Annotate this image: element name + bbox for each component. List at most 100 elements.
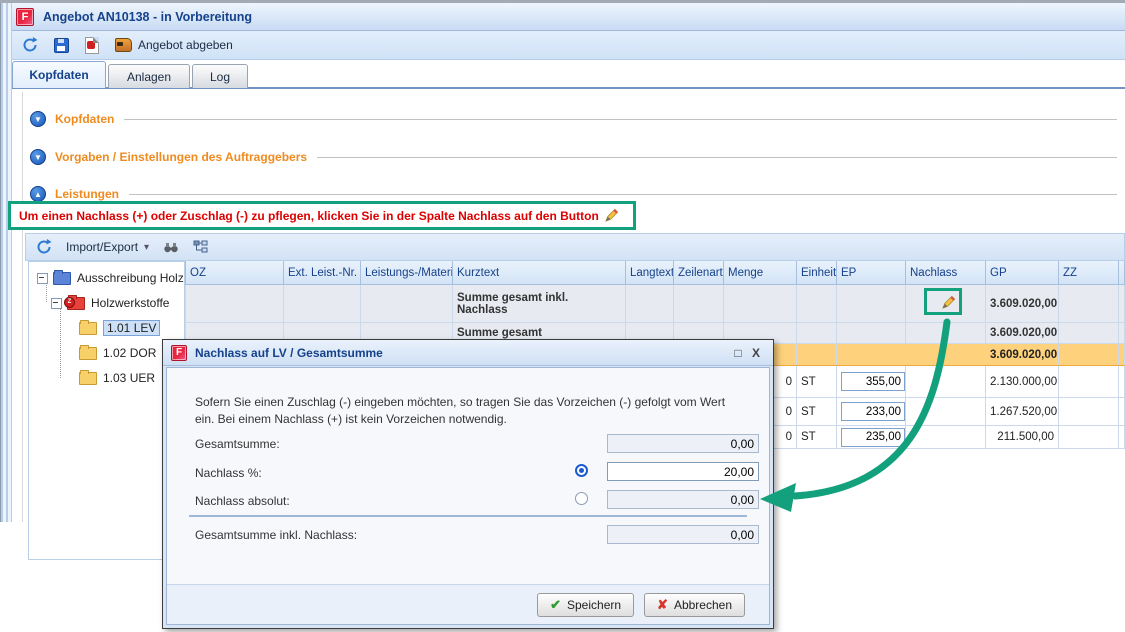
app-window: F Angebot AN10138 - in Vorbereitung Ange…	[0, 0, 1125, 632]
einheit-cell: ST	[797, 398, 837, 426]
gp-cell: 3.609.020,00	[986, 323, 1059, 344]
nachlass-absolut-input	[607, 490, 759, 509]
cell	[626, 285, 674, 323]
nachlass-absolut-radio[interactable]	[575, 492, 588, 505]
dialog-divider	[189, 515, 747, 517]
tree-item-holzwerkstoffe[interactable]: Z Holzwerkstoffe	[51, 293, 169, 313]
tree-item-102-dor[interactable]: 1.02 DOR	[79, 343, 156, 363]
section-vorgaben[interactable]: ▼ Vorgaben / Einstellungen des Auftragge…	[30, 148, 1117, 166]
col-einheit[interactable]: Einheit	[797, 261, 837, 285]
tree-item-label: 1.03 UER	[103, 371, 155, 385]
arrow-glyph: ▼	[34, 153, 42, 162]
cell	[1059, 344, 1119, 366]
table-header-row: OZ Ext. Leist.-Nr. Leistungs-/Materia Ku…	[186, 261, 1125, 285]
pencil-icon	[941, 295, 956, 310]
cell	[284, 285, 361, 323]
pencil-icon	[604, 208, 619, 223]
cell	[1059, 285, 1119, 323]
cell	[1119, 344, 1125, 366]
ep-input[interactable]	[841, 372, 905, 391]
cell	[1119, 398, 1125, 426]
cell	[797, 344, 837, 366]
gp-cell: 211.500,00	[986, 426, 1059, 449]
dialog-info-text: Sofern Sie einen Zuschlag (-) eingeben m…	[195, 394, 747, 428]
maximize-icon[interactable]: □	[729, 346, 747, 360]
col-gp[interactable]: GP	[986, 261, 1059, 285]
refresh-icon[interactable]	[36, 239, 52, 255]
cell	[1059, 398, 1119, 426]
search-binoculars-icon[interactable]	[163, 239, 179, 255]
title-bar: F Angebot AN10138 - in Vorbereitung	[0, 3, 1125, 31]
pdf-export-icon[interactable]	[85, 37, 99, 54]
cell	[837, 285, 906, 323]
folder-icon	[53, 272, 71, 285]
col-ep[interactable]: EP	[837, 261, 906, 285]
import-export-label: Import/Export	[66, 240, 138, 254]
tree-item-101-lev[interactable]: 1.01 LEV	[79, 318, 160, 338]
folder-icon	[79, 322, 97, 335]
nachlass-prozent-radio[interactable]	[575, 464, 588, 477]
tab-anlagen[interactable]: Anlagen	[108, 64, 190, 88]
main-toolbar: Angebot abgeben	[0, 31, 1125, 60]
folder-icon	[79, 372, 97, 385]
window-left-edge	[0, 3, 12, 522]
collapse-minus-icon[interactable]	[37, 273, 48, 284]
col-zz[interactable]: ZZ	[1059, 261, 1119, 285]
save-icon[interactable]	[54, 38, 69, 53]
dialog-title-bar[interactable]: F Nachlass auf LV / Gesamtsumme □ X	[163, 340, 773, 366]
ep-input[interactable]	[841, 402, 905, 421]
cell	[1119, 323, 1125, 344]
col-menge[interactable]: Menge	[724, 261, 797, 285]
gp-cell: 2.130.000,00	[986, 366, 1059, 398]
dialog-footer: ✔ Speichern ✘ Abbrechen	[167, 584, 769, 624]
gp-cell: 3.609.020,00	[986, 285, 1059, 323]
ep-cell	[837, 366, 906, 398]
tab-log[interactable]: Log	[192, 64, 248, 88]
collapse-minus-icon[interactable]	[51, 298, 62, 309]
col-oz[interactable]: OZ	[186, 261, 284, 285]
table-row-summe-inkl-nachlass[interactable]: Summe gesamt inkl. Nachlass 3.609.020,00	[186, 285, 1125, 323]
refresh-icon[interactable]	[22, 37, 38, 53]
section-kopfdaten[interactable]: ▼ Kopfdaten	[30, 110, 1117, 128]
gesamtsumme-inkl-label: Gesamtsumme inkl. Nachlass:	[195, 528, 357, 542]
ep-cell	[837, 398, 906, 426]
col-kurztext[interactable]: Kurztext	[453, 261, 626, 285]
ep-cell	[837, 426, 906, 449]
collapse-down-icon[interactable]: ▼	[30, 111, 46, 127]
col-leistungs-material[interactable]: Leistungs-/Materia	[361, 261, 453, 285]
col-extra	[1119, 261, 1125, 285]
close-icon[interactable]: X	[747, 346, 765, 360]
cell	[1059, 366, 1119, 398]
tab-kopfdaten[interactable]: Kopfdaten	[12, 61, 106, 88]
cell	[906, 323, 986, 344]
tree-structure-icon[interactable]	[193, 239, 209, 255]
col-langtext[interactable]: Langtext	[626, 261, 674, 285]
grid-toolbar: Import/Export ▾	[25, 233, 1125, 261]
nachlass-dialog: F Nachlass auf LV / Gesamtsumme □ X Sofe…	[162, 339, 774, 629]
cancel-button[interactable]: ✘ Abbrechen	[644, 593, 745, 617]
import-export-menu[interactable]: Import/Export ▾	[66, 240, 149, 254]
cell	[1059, 426, 1119, 449]
tree-item-103-uer[interactable]: 1.03 UER	[79, 368, 155, 388]
collapse-up-icon[interactable]: ▲	[30, 186, 46, 202]
arrow-glyph: ▼	[34, 115, 42, 124]
nachlass-hint-annotation: Um einen Nachlass (+) oder Zuschlag (-) …	[8, 201, 636, 230]
tree-connector	[60, 306, 61, 378]
col-zeilenart[interactable]: Zeilenart	[674, 261, 724, 285]
section-kopfdaten-label: Kopfdaten	[55, 112, 114, 126]
col-nachlass[interactable]: Nachlass	[906, 261, 986, 285]
collapse-down-icon[interactable]: ▼	[30, 149, 46, 165]
cell	[906, 344, 986, 366]
col-ext-leist-nr[interactable]: Ext. Leist.-Nr.	[284, 261, 361, 285]
cell	[797, 285, 837, 323]
nachlass-prozent-input[interactable]	[607, 462, 759, 481]
panel-border	[22, 92, 23, 522]
window-title: Angebot AN10138 - in Vorbereitung	[43, 10, 252, 24]
folder-icon	[79, 347, 97, 360]
ep-input[interactable]	[841, 428, 905, 447]
submit-offer-button[interactable]: Angebot abgeben	[115, 38, 233, 52]
save-button[interactable]: ✔ Speichern	[537, 593, 634, 617]
tree-item-root[interactable]: Ausschreibung Holz	[37, 268, 184, 288]
section-rule	[317, 157, 1117, 158]
nachlass-edit-button[interactable]	[936, 295, 956, 313]
